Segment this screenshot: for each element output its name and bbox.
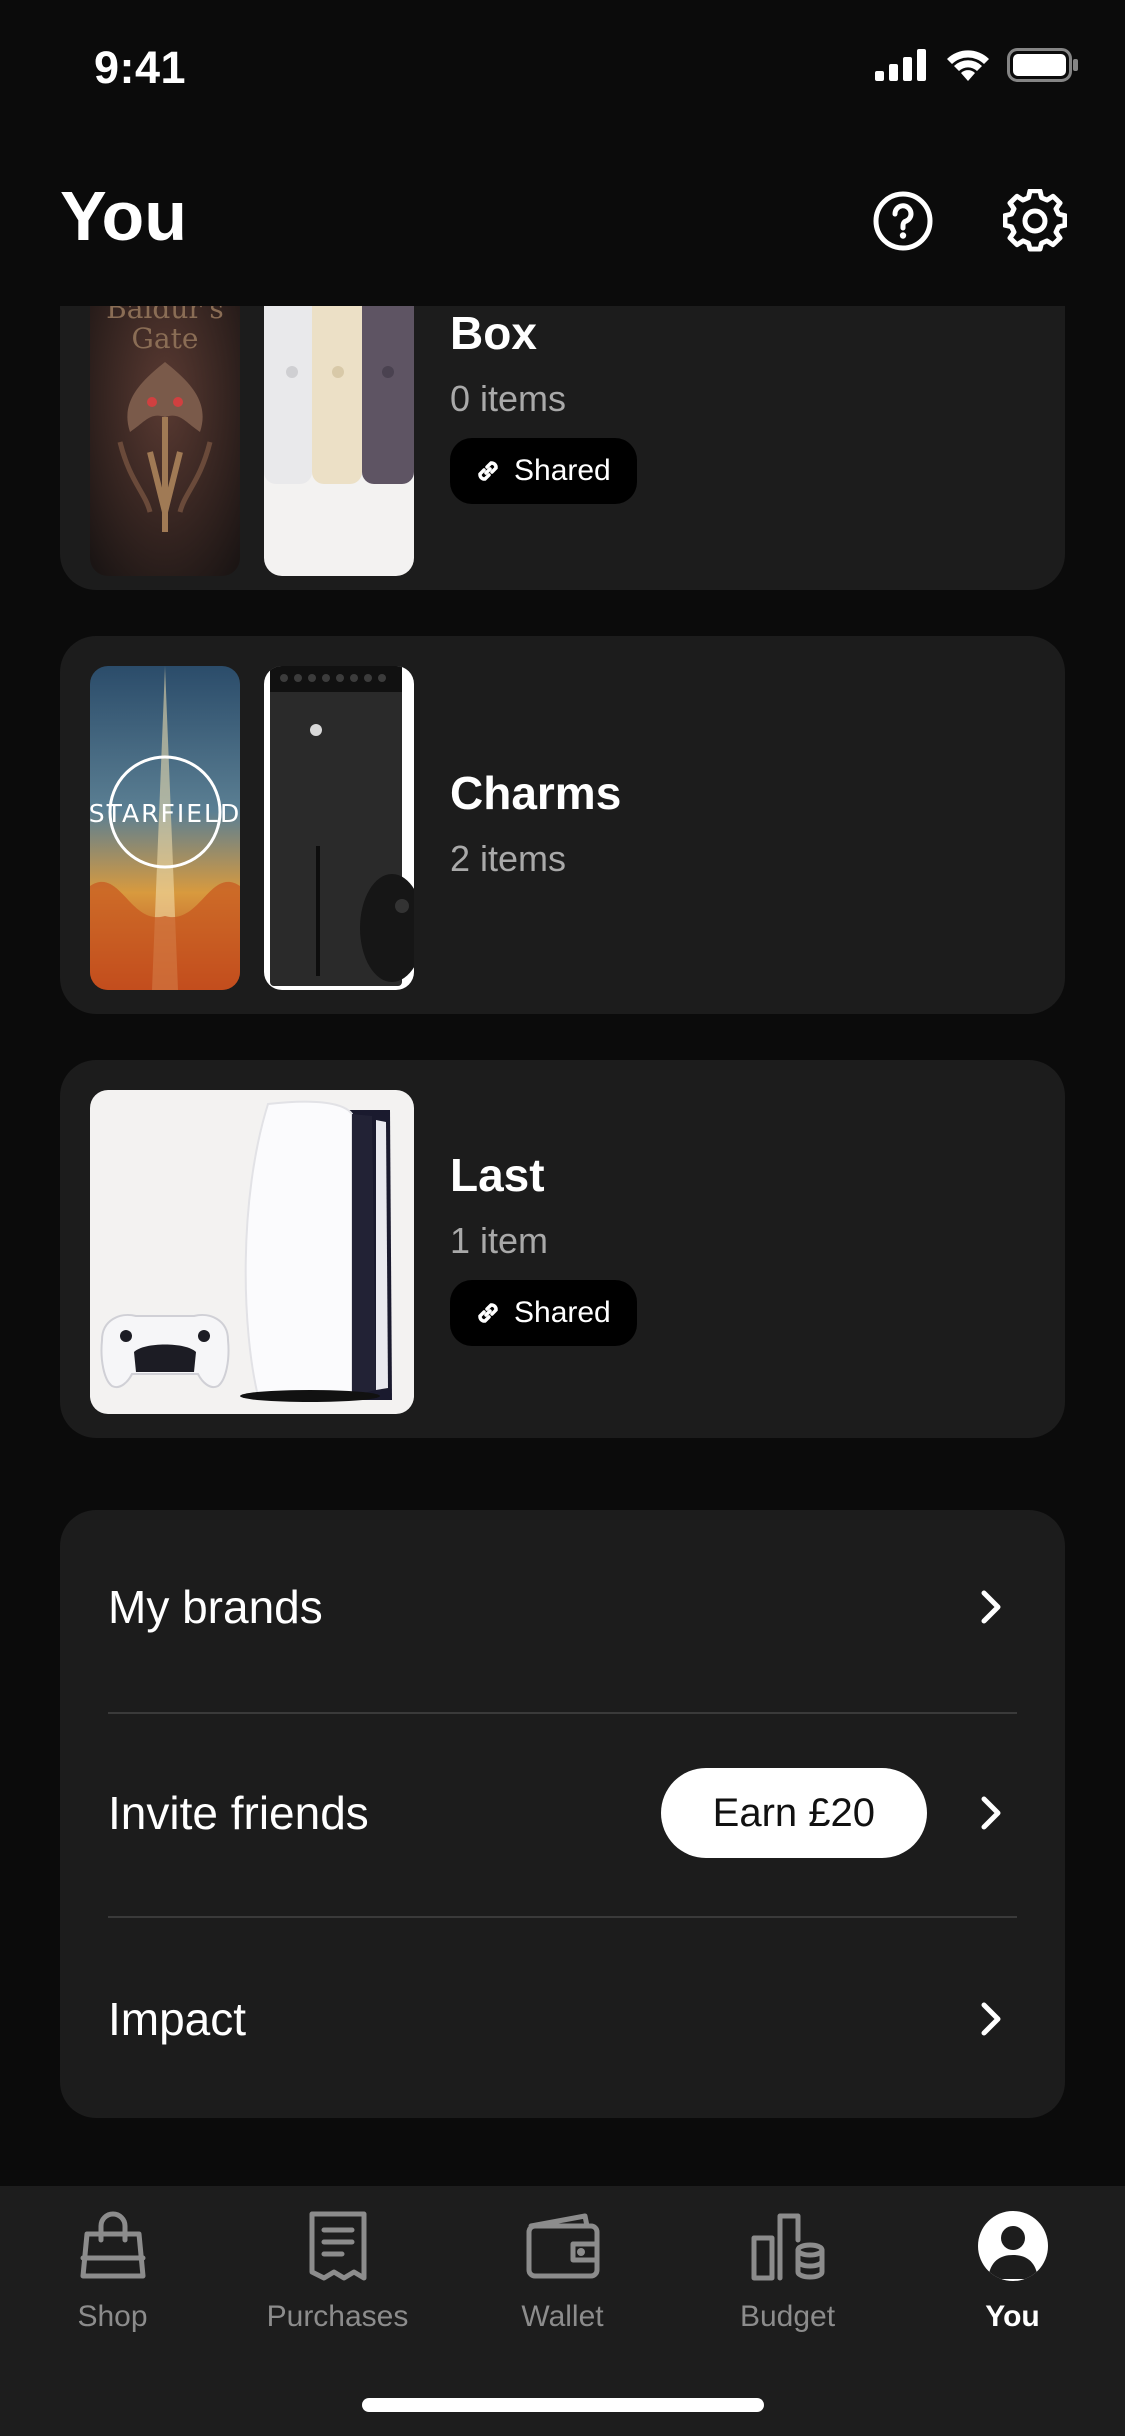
question-circle-icon <box>873 191 933 251</box>
list-info: Last 1 item Shared <box>450 1148 637 1346</box>
wallet-icon <box>523 2206 603 2286</box>
tab-shop[interactable]: Shop <box>0 2206 225 2346</box>
home-indicator <box>362 2398 764 2412</box>
chevron-right-icon <box>971 1587 1011 1627</box>
tab-label: Shop <box>77 2300 148 2333</box>
tab-bar: Shop Purchases Wallet Budget You <box>0 2186 1125 2436</box>
tab-label: Budget <box>739 2300 836 2333</box>
link-icon <box>478 1303 498 1323</box>
tab-wallet[interactable]: Wallet <box>450 2206 675 2346</box>
baldurs-gate-thumbnail: Baldur's Gate <box>90 306 240 576</box>
list-card-last[interactable]: Last 1 item Shared <box>60 1060 1065 1438</box>
shared-badge: Shared <box>450 438 637 504</box>
chevron-right-icon <box>971 1793 1011 1833</box>
battery-icon <box>1007 48 1078 82</box>
settings-menu: My brands Invite friends Earn £20 Impact <box>60 1510 1065 2118</box>
shared-label: Shared <box>514 454 611 487</box>
list-count: 2 items <box>450 838 567 879</box>
tab-you[interactable]: You <box>900 2206 1125 2346</box>
status-time: 9:41 <box>94 42 187 93</box>
settings-button[interactable] <box>1002 188 1068 254</box>
header: You <box>0 140 1125 306</box>
gear-icon <box>1003 189 1067 252</box>
ps5-thumbnail <box>90 1090 414 1414</box>
tab-budget[interactable]: Budget <box>675 2206 900 2346</box>
list-info: Charms 2 items <box>450 766 621 880</box>
list-info: Box 0 items Shared <box>450 306 637 504</box>
menu-item-invite-friends[interactable]: Invite friends Earn £20 <box>108 1716 1017 1910</box>
list-card-box[interactable]: Baldur's Gate Box 0 items Shared <box>60 306 1065 590</box>
menu-item-label: Invite friends <box>108 1787 369 1839</box>
chevron-right-icon <box>971 1999 1011 2039</box>
list-count: 1 item <box>450 1220 549 1261</box>
shared-label: Shared <box>514 1296 611 1329</box>
starfield-thumbnail: STARFIELD <box>90 666 240 990</box>
status-icons <box>875 48 1079 82</box>
menu-item-my-brands[interactable]: My brands <box>108 1510 1017 1704</box>
profile-screen: 9:41 You Baldur's Gate Box 0 items Share… <box>0 0 1125 2436</box>
thumb-text: STARFIELD <box>90 799 240 828</box>
help-button[interactable] <box>870 188 936 254</box>
shopping-bag-icon <box>73 2206 153 2286</box>
menu-item-label: My brands <box>108 1581 323 1633</box>
list-name: Box <box>450 307 537 359</box>
menu-item-label: Impact <box>108 1993 247 2045</box>
link-icon <box>478 461 498 481</box>
iphone-thumbnail <box>264 306 414 576</box>
menu-item-impact[interactable]: Impact <box>108 1922 1017 2116</box>
tab-label: Purchases <box>266 2300 409 2333</box>
status-bar: 9:41 <box>0 0 1125 140</box>
xbox-thumbnail <box>264 666 414 990</box>
tab-label: Wallet <box>521 2300 604 2333</box>
wifi-icon <box>947 50 989 81</box>
receipt-icon <box>298 2206 378 2286</box>
page-title: You <box>60 177 188 255</box>
shared-badge: Shared <box>450 1280 637 1346</box>
cellular-signal-icon <box>875 49 926 81</box>
list-name: Charms <box>450 767 622 819</box>
divider <box>108 1916 1017 1918</box>
list-count: 0 items <box>450 378 567 419</box>
earn-badge[interactable]: Earn £20 <box>660 1768 927 1858</box>
divider <box>108 1712 1017 1714</box>
list-name: Last <box>450 1149 545 1201</box>
thumb-text-line2: Gate <box>132 322 199 355</box>
tab-purchases[interactable]: Purchases <box>225 2206 450 2346</box>
list-card-charms[interactable]: STARFIELD Charms 2 items <box>60 636 1065 1014</box>
profile-icon <box>973 2206 1053 2286</box>
budget-icon <box>748 2206 828 2286</box>
profile-content[interactable]: Baldur's Gate Box 0 items Shared STARFIE… <box>0 306 1125 2186</box>
tab-label: You <box>985 2300 1040 2333</box>
